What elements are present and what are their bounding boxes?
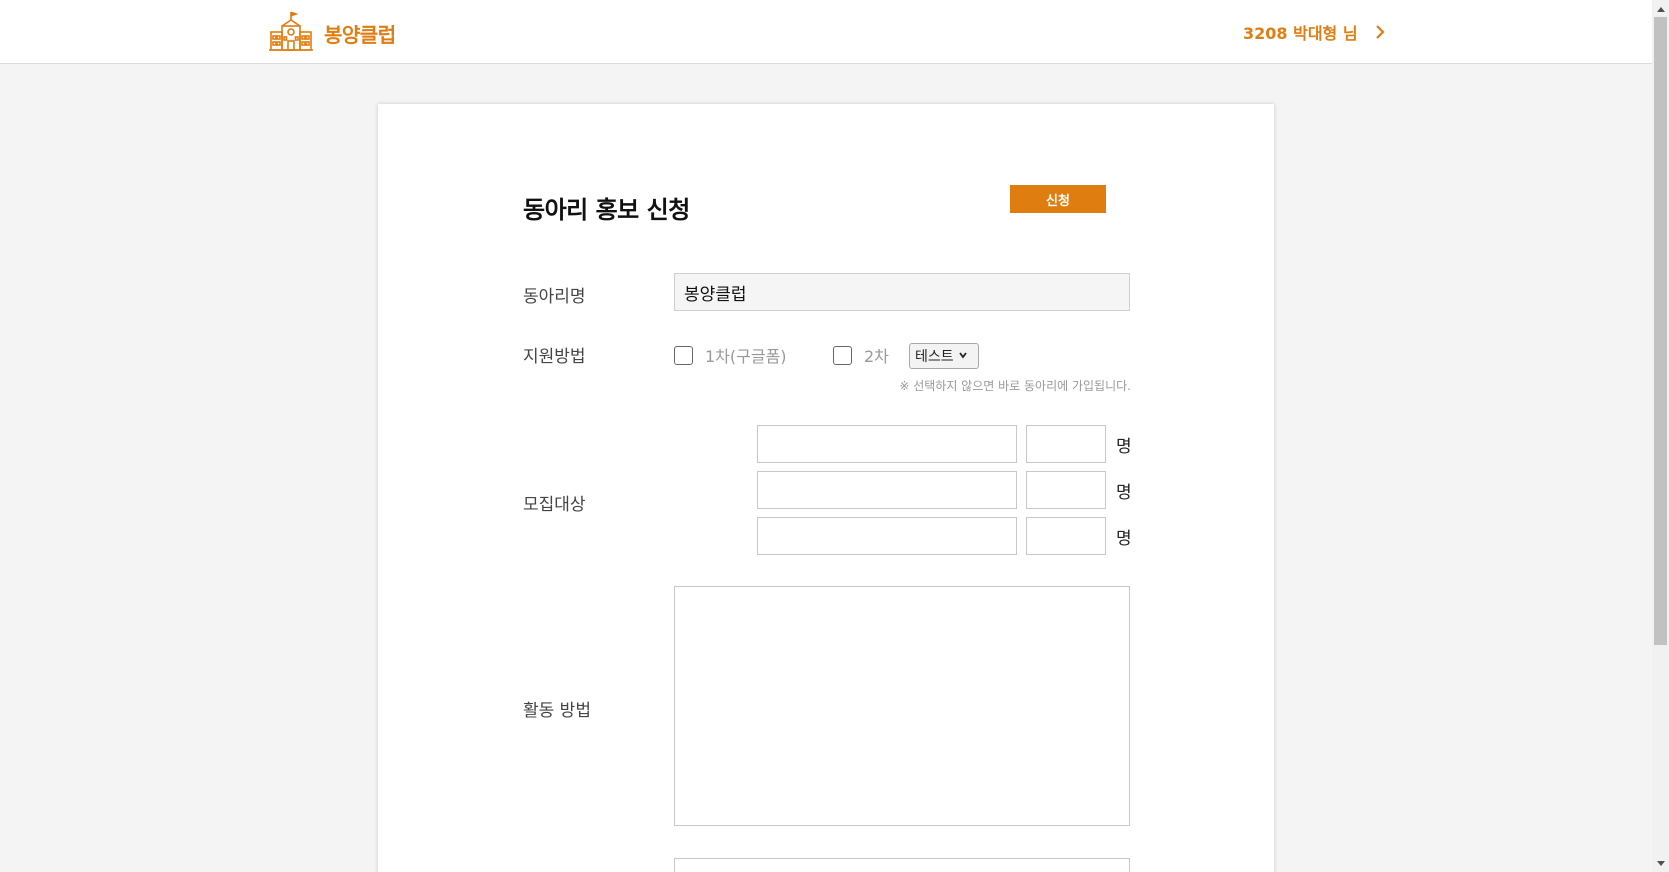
recruit-count-input[interactable]: [1026, 425, 1106, 463]
recruit-count-input[interactable]: [1026, 471, 1106, 509]
user-name: 3208 박대형 님: [1243, 24, 1358, 43]
user-menu[interactable]: 3208 박대형 님: [1243, 20, 1390, 44]
logo-text: 봉양클럽: [324, 22, 396, 47]
recruit-unit: 명: [1116, 482, 1132, 503]
vertical-scrollbar[interactable]: [1652, 0, 1669, 872]
submit-button[interactable]: 신청: [1010, 185, 1106, 213]
club-name-label: 동아리명: [523, 287, 586, 307]
apply-notice: ※ 선택하지 않으면 바로 동아리에 가입됩니다.: [899, 379, 1131, 393]
checkbox-2nd[interactable]: [833, 345, 852, 365]
select-value: 테스트: [915, 349, 954, 365]
top-navigation-bar: 봉양클럽 3208 박대형 님: [0, 0, 1652, 64]
apply-method-label: 지원방법: [523, 347, 586, 367]
recruit-unit: 명: [1116, 528, 1132, 549]
chevron-down-icon: [958, 350, 968, 363]
recruit-target-input[interactable]: [757, 471, 1017, 509]
recruit-unit: 명: [1116, 436, 1132, 457]
form-select[interactable]: 테스트: [909, 343, 979, 369]
scroll-down-arrow-icon[interactable]: [1652, 855, 1669, 872]
logo-link[interactable]: 봉양클럽: [268, 10, 396, 56]
next-field-input[interactable]: [674, 858, 1130, 872]
checkbox-2nd-label: 2차: [864, 347, 889, 366]
scrollbar-thumb[interactable]: [1654, 17, 1667, 645]
club-name-input[interactable]: 봉양클럽: [674, 273, 1130, 311]
scroll-up-arrow-icon[interactable]: [1652, 0, 1669, 17]
school-building-icon: [268, 10, 314, 56]
checkbox-1st-label: 1차(구글폼): [705, 347, 787, 366]
recruit-row: 명: [757, 471, 1132, 509]
recruit-count-input[interactable]: [1026, 517, 1106, 555]
recruit-label: 모집대상: [523, 495, 586, 515]
checkbox-1st[interactable]: [674, 345, 693, 365]
apply-option-2[interactable]: 2차: [833, 343, 889, 367]
recruit-target-input[interactable]: [757, 425, 1017, 463]
chevron-right-icon: [1370, 22, 1390, 42]
form-card: 동아리 홍보 신청 신청 동아리명 봉양클럽 지원방법 1차(구글폼) 2차 테…: [378, 104, 1274, 872]
activity-textarea[interactable]: [674, 586, 1130, 826]
page-title: 동아리 홍보 신청: [523, 196, 690, 224]
recruit-row: 명: [757, 517, 1132, 555]
activity-label: 활동 방법: [523, 701, 591, 721]
recruit-row: 명: [757, 425, 1132, 463]
apply-option-1[interactable]: 1차(구글폼): [674, 343, 787, 367]
recruit-target-input[interactable]: [757, 517, 1017, 555]
